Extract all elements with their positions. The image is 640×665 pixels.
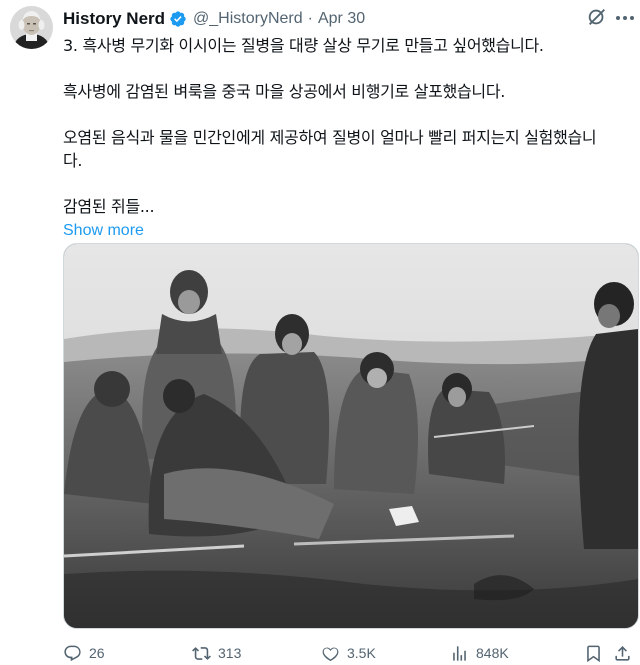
- views-button[interactable]: 848K: [450, 642, 509, 664]
- tweet-line: 감염된 쥐들...: [63, 197, 155, 216]
- action-bar: 26 313 3.5K 848K: [63, 642, 635, 664]
- tweet-line: 3. 흑사병 무기화 이시이는 질병을 대량 살상 무기로 만들고 싶어했습니다…: [63, 36, 544, 55]
- tweet-card[interactable]: History Nerd @_HistoryNerd · Apr 30 3. 흑…: [0, 0, 640, 665]
- reply-button[interactable]: 26: [63, 642, 105, 664]
- tweet-line: 오염된 음식과 물을 민간인에게 제공하여 질병이 얼마나 빨리 퍼지는지 실험…: [63, 128, 597, 147]
- reply-icon: [64, 645, 81, 661]
- bookmark-button[interactable]: [584, 642, 603, 664]
- grok-icon[interactable]: [586, 6, 608, 28]
- bookmark-icon: [587, 645, 600, 662]
- tweet-line: 흑사병에 감염된 벼룩을 중국 마을 상공에서 비행기로 살포했습니다.: [63, 82, 506, 101]
- share-button[interactable]: [613, 642, 632, 664]
- more-icon[interactable]: [614, 8, 636, 28]
- tweet-header: History Nerd @_HistoryNerd · Apr 30: [63, 8, 365, 30]
- like-count: 3.5K: [347, 645, 376, 661]
- tweet-text: 3. 흑사병 무기화 이시이는 질병을 대량 살상 무기로 만들고 싶어했습니다…: [63, 34, 633, 242]
- tweet-date[interactable]: Apr 30: [318, 10, 365, 28]
- author-name[interactable]: History Nerd: [63, 9, 165, 29]
- share-icon: [615, 645, 630, 661]
- separator: ·: [307, 10, 313, 27]
- tweet-line: 다.: [63, 151, 83, 170]
- like-icon: [322, 647, 339, 661]
- tweet-photo[interactable]: [63, 243, 639, 629]
- show-more-link[interactable]: Show more: [63, 222, 144, 239]
- author-handle[interactable]: @_HistoryNerd: [193, 10, 303, 28]
- avatar[interactable]: [10, 6, 53, 49]
- views-icon: [453, 645, 466, 661]
- verified-badge-icon[interactable]: [169, 10, 187, 28]
- repost-button[interactable]: 313: [192, 642, 241, 664]
- repost-icon: [192, 646, 211, 660]
- reply-count: 26: [89, 645, 105, 661]
- like-button[interactable]: 3.5K: [321, 642, 376, 664]
- views-count: 848K: [476, 645, 509, 661]
- repost-count: 313: [218, 645, 242, 661]
